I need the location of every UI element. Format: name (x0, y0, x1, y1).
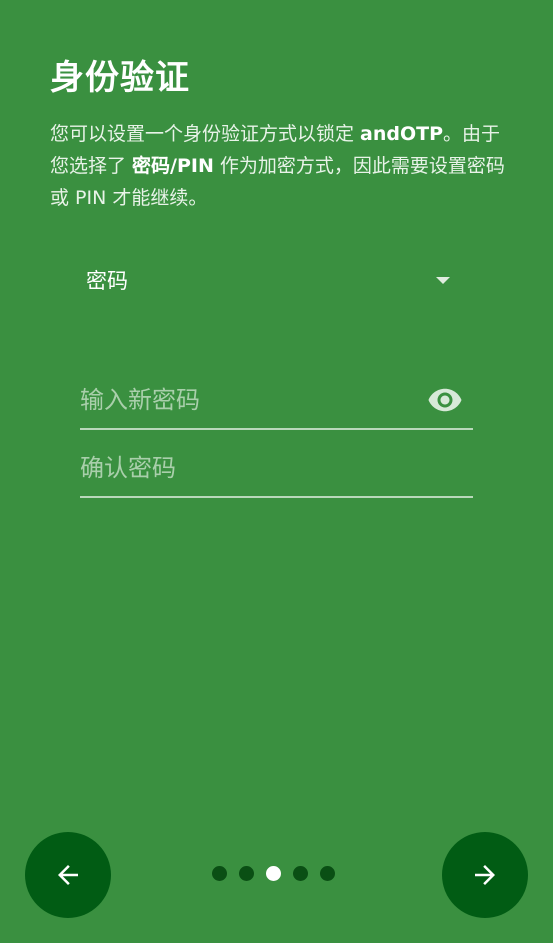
page-dot-4 (293, 866, 308, 881)
confirm-password-input[interactable] (80, 454, 473, 482)
app-name: andOTP (360, 123, 444, 145)
confirm-password-field (80, 440, 473, 498)
encryption-method: 密码/PIN (132, 155, 214, 177)
page-dot-3-active (266, 866, 281, 881)
arrow-left-icon (58, 865, 78, 885)
back-button[interactable] (25, 832, 111, 918)
description-part1: 您可以设置一个身份验证方式以锁定 (50, 123, 361, 145)
page-dot-1 (212, 866, 227, 881)
page-dot-2 (239, 866, 254, 881)
page-indicator (212, 866, 335, 881)
next-button[interactable] (442, 832, 528, 918)
arrow-right-icon (475, 865, 495, 885)
new-password-field (80, 372, 473, 430)
auth-method-selected: 密码 (86, 269, 128, 293)
new-password-input[interactable] (80, 386, 427, 414)
auth-method-dropdown[interactable]: 密码 (86, 258, 456, 302)
page-dot-5 (320, 866, 335, 881)
page-title: 身份验证 (50, 58, 190, 98)
dropdown-caret-icon (436, 276, 450, 284)
description-text: 您可以设置一个身份验证方式以锁定 andOTP。由于您选择了 密码/PIN 作为… (50, 118, 510, 214)
eye-icon[interactable] (427, 382, 463, 418)
